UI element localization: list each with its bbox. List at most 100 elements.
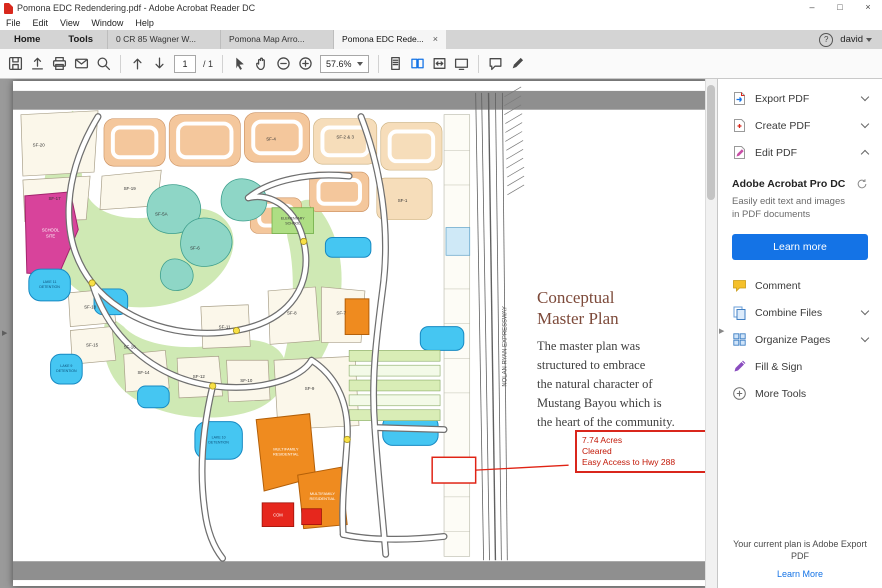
sidebar-item-create-pdf[interactable]: Create PDF	[718, 112, 882, 139]
map-label: RESIDENTIAL	[273, 451, 300, 456]
menu-view[interactable]: View	[60, 18, 79, 28]
fit-page-icon[interactable]	[388, 56, 403, 71]
map-label: COM	[273, 513, 283, 518]
map-label: SF-6	[190, 245, 200, 250]
user-menu[interactable]: david	[840, 34, 872, 45]
red-annotation-box: 7.74 Acres Cleared Easy Access to Hwy 28…	[575, 430, 711, 473]
sidebar-item-label: Create PDF	[755, 120, 810, 132]
map-label: LAKE 9	[60, 364, 72, 368]
sync-icon[interactable]	[856, 178, 868, 190]
doc-tab-1[interactable]: 0 CR 85 Wagner W...	[107, 30, 220, 49]
sidebar-item-label: Edit PDF	[755, 147, 797, 159]
doc-tab-2[interactable]: Pomona Map Arro...	[220, 30, 333, 49]
menu-file[interactable]: File	[6, 18, 21, 28]
annotation-line: Cleared	[582, 446, 704, 457]
user-name: david	[840, 34, 863, 45]
learn-more-link[interactable]: Learn More	[718, 568, 882, 580]
title-bar: Pomona EDC Redendering.pdf - Adobe Acrob…	[0, 0, 882, 16]
export-pdf-icon	[732, 91, 747, 106]
help-icon[interactable]: ?	[819, 33, 833, 47]
sidebar-item-combine-files[interactable]: Combine Files	[718, 299, 882, 326]
sidebar-item-more-tools[interactable]: More Tools	[718, 380, 882, 407]
map-top-band	[13, 91, 707, 110]
vertical-scrollbar[interactable]	[705, 79, 717, 588]
map-label: SF-14	[137, 370, 150, 375]
page-number-input[interactable]	[174, 55, 196, 73]
page-total-label: / 1	[203, 59, 213, 69]
map-label: SF-9	[305, 386, 315, 391]
sidebar-item-fill-sign[interactable]: Fill & Sign	[718, 353, 882, 380]
strip-parcels	[349, 350, 440, 420]
sidebar-item-organize-pages[interactable]: Organize Pages	[718, 326, 882, 353]
email-icon[interactable]	[74, 56, 89, 71]
menu-edit[interactable]: Edit	[33, 18, 49, 28]
map-label: SITE	[46, 233, 55, 238]
next-page-icon[interactable]	[152, 56, 167, 71]
zoom-in-icon[interactable]	[298, 56, 313, 71]
tabbar-right: ? david	[819, 30, 882, 49]
combine-files-icon	[732, 305, 747, 320]
sidebar-item-comment[interactable]: Comment	[718, 272, 882, 299]
organize-pages-icon	[732, 332, 747, 347]
tab-close-icon[interactable]: ×	[433, 30, 438, 49]
map-label: SF-19	[124, 186, 137, 191]
sidebar-item-label: Combine Files	[755, 307, 822, 319]
acrobat-window: Pomona EDC Redendering.pdf - Adobe Acrob…	[0, 0, 882, 588]
tab-tools[interactable]: Tools	[54, 30, 107, 49]
chevron-down-icon	[357, 62, 363, 66]
sidebar-item-label: Organize Pages	[755, 334, 830, 346]
tools-sidebar: ▶ Export PDF Create PDF Edit PDF Adobe A…	[717, 79, 882, 588]
hand-tool-icon[interactable]	[254, 56, 269, 71]
menu-help[interactable]: Help	[135, 18, 154, 28]
plan-description-line: The master plan was	[537, 337, 675, 356]
tab-home[interactable]: Home	[0, 30, 54, 49]
sidebar-collapse-toggle[interactable]: ▶	[719, 327, 724, 335]
sidebar-item-label: Comment	[755, 280, 801, 292]
save-icon[interactable]	[8, 56, 23, 71]
toolbar-separator	[478, 55, 479, 73]
map-bottom-band	[13, 561, 707, 580]
share-icon[interactable]	[30, 56, 45, 71]
map-label: SF-8	[287, 311, 297, 316]
select-tool-icon[interactable]	[232, 56, 247, 71]
learn-more-button[interactable]: Learn more	[732, 234, 868, 260]
promo-description: Easily edit text and images in PDF docum…	[732, 195, 852, 221]
edit-pdf-icon	[732, 145, 747, 160]
previous-page-icon[interactable]	[130, 56, 145, 71]
tab-bar: Home Tools 0 CR 85 Wagner W... Pomona Ma…	[0, 30, 882, 49]
toolbar-separator	[222, 55, 223, 73]
two-page-view-icon[interactable]	[410, 56, 425, 71]
map-label: LAKE 10	[212, 435, 226, 439]
map-label: SF-4	[266, 136, 276, 141]
map-label: NOLAN RYAN EXPRESSWAY	[502, 306, 508, 387]
close-button[interactable]: ×	[854, 0, 882, 16]
map-label: SF-12	[193, 374, 206, 379]
master-plan-map: SF-4SF-2 & 3SF-1SF-19SF-20SF-17SF-5ASF-6…	[13, 81, 707, 586]
reading-mode-icon[interactable]	[454, 56, 469, 71]
map-label: LAKE 11	[43, 280, 57, 284]
comment-tool-icon[interactable]	[488, 56, 503, 71]
sidebar-item-edit-pdf[interactable]: Edit PDF	[718, 139, 882, 166]
sidebar-item-export-pdf[interactable]: Export PDF	[718, 85, 882, 112]
chevron-down-icon	[861, 93, 869, 101]
sign-pen-icon[interactable]	[510, 56, 525, 71]
window-title: Pomona EDC Redendering.pdf - Adobe Acrob…	[17, 3, 255, 13]
search-icon[interactable]	[96, 56, 111, 71]
plan-status: Your current plan is Adobe Export PDF Le…	[718, 538, 882, 580]
doc-tab-3-active[interactable]: Pomona EDC Rede... ×	[333, 30, 446, 49]
zoom-out-icon[interactable]	[276, 56, 291, 71]
menu-window[interactable]: Window	[91, 18, 123, 28]
plan-status-line: Your current plan is Adobe Export	[718, 538, 882, 550]
annotation-line: Easy Access to Hwy 288	[582, 457, 704, 468]
zoom-level-dropdown[interactable]: 57.6%	[320, 55, 369, 73]
fit-width-icon[interactable]	[432, 56, 447, 71]
left-panel-toggle[interactable]: ▶	[2, 329, 7, 337]
print-icon[interactable]	[52, 56, 67, 71]
scrollbar-thumb[interactable]	[707, 85, 715, 200]
map-label: SCHOOL	[42, 228, 60, 233]
minimize-button[interactable]: –	[798, 0, 826, 16]
chevron-down-icon	[861, 307, 869, 315]
map-label: DETENTION	[56, 369, 77, 373]
fill-sign-icon	[732, 359, 747, 374]
maximize-button[interactable]: □	[826, 0, 854, 16]
